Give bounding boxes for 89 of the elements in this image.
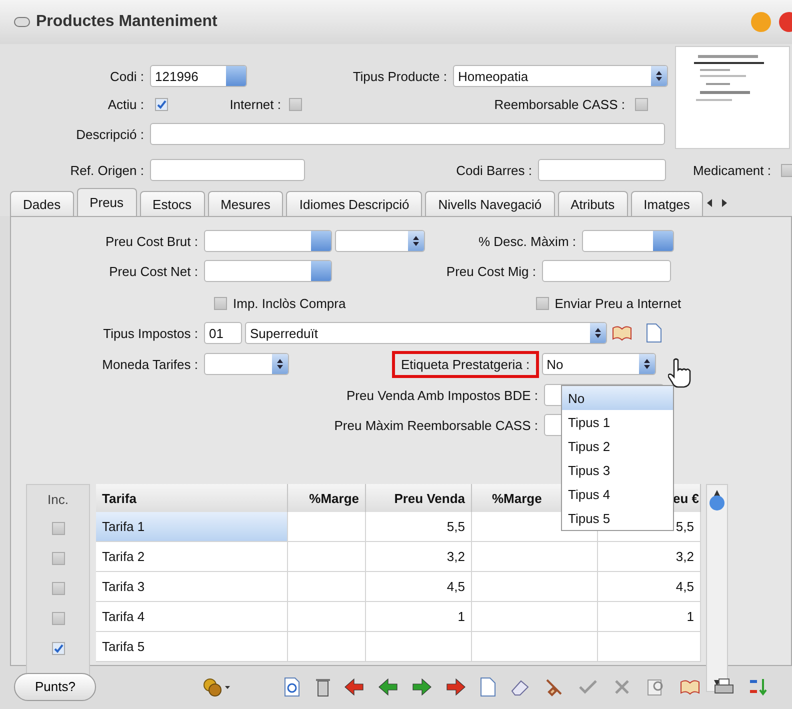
arrow-icon[interactable]	[377, 676, 400, 698]
column-header: Inc.	[46, 490, 70, 508]
field-label: Ref. Origen :	[69, 162, 145, 178]
table-cell: Tarifa 3	[96, 572, 288, 602]
tab[interactable]: Dades	[10, 191, 74, 216]
document-icon[interactable]	[479, 676, 498, 698]
field-label: Medicament :	[692, 162, 772, 178]
checkbox[interactable]	[52, 522, 64, 534]
text-field[interactable]	[582, 230, 674, 252]
checkbox-label: Enviar Preu a Internet	[554, 296, 682, 310]
field-label: Preu Cost Mig :	[445, 264, 537, 278]
coins-icon[interactable]	[201, 676, 232, 698]
select-field[interactable]: Homeopatia	[453, 65, 668, 87]
window-pill-icon[interactable]	[14, 17, 30, 27]
select-field[interactable]	[335, 230, 425, 252]
document-icon[interactable]	[645, 322, 663, 344]
checkbox[interactable]	[52, 642, 64, 654]
table-cell: Tarifa 5	[96, 632, 288, 662]
field-label: Actiu :	[106, 96, 145, 112]
checkbox[interactable]	[289, 98, 302, 110]
text-field[interactable]	[542, 260, 671, 282]
punts-button[interactable]: Punts?	[14, 672, 96, 700]
up-down-arrows-icon[interactable]	[655, 70, 663, 82]
field-label: Codi :	[109, 68, 145, 84]
scroll-thumb[interactable]	[709, 495, 725, 511]
column-header[interactable]: Tarifa	[96, 484, 288, 512]
table-cell: 4,5	[598, 572, 701, 602]
column-header[interactable]: %Marge	[288, 484, 366, 512]
table-cell: 3,2	[598, 542, 701, 572]
text-field[interactable]	[204, 230, 332, 252]
checkbox[interactable]	[52, 582, 64, 594]
field-label: Reemborsable CASS :	[493, 96, 626, 112]
tab[interactable]: Mesures	[208, 191, 284, 216]
text-field[interactable]	[150, 159, 305, 181]
tab-scroll-icon[interactable]	[706, 198, 728, 208]
table-cell: 5,5	[366, 512, 472, 542]
scrollbar[interactable]	[706, 484, 728, 692]
checkbox[interactable]	[781, 164, 792, 176]
field-label: Moneda Tarifes :	[101, 356, 199, 372]
tab[interactable]: Imatges	[630, 191, 703, 216]
text-field[interactable]	[204, 260, 332, 282]
window-title: Productes Manteniment	[36, 13, 218, 31]
checkbox[interactable]	[52, 612, 64, 624]
tab[interactable]: Idiomes Descripció	[286, 191, 422, 216]
table-cell: 3,2	[366, 542, 472, 572]
checkbox[interactable]	[536, 296, 549, 310]
arrow-to-end-icon[interactable]	[343, 676, 366, 698]
arrow-to-end-icon[interactable]	[445, 676, 468, 698]
up-down-arrows-icon[interactable]	[412, 235, 420, 247]
table-cell: 1	[366, 602, 472, 632]
field-label: Preu Venda Amb Impostos BDE :	[346, 388, 539, 402]
up-down-arrows-icon[interactable]	[594, 327, 602, 339]
tab[interactable]: Preus	[76, 188, 137, 216]
checkbox[interactable]	[635, 98, 648, 110]
checkbox[interactable]	[214, 296, 227, 310]
table-cell: 1	[598, 602, 701, 632]
field-label: Preu Cost Net :	[108, 264, 199, 278]
up-down-arrows-icon[interactable]	[276, 358, 284, 370]
tab[interactable]: Nivells Navegació	[425, 191, 555, 216]
text-field[interactable]	[150, 123, 665, 145]
field-label: % Desc. Màxim :	[477, 234, 577, 248]
field-label: Codi Barres :	[455, 162, 533, 178]
field-label: Tipus Impostos :	[102, 326, 199, 340]
select-field[interactable]: No	[542, 353, 656, 375]
field-label: Preu Cost Brut :	[104, 234, 199, 248]
text-field[interactable]	[538, 159, 666, 181]
text-field[interactable]: 01	[204, 322, 242, 344]
table-cell: 4,5	[366, 572, 472, 602]
table-cell: Tarifa 1	[96, 512, 288, 542]
field-label: Tipus Producte :	[352, 68, 448, 84]
checkbox[interactable]	[52, 552, 64, 564]
select-field[interactable]	[204, 353, 289, 375]
field-label: Etiqueta Prestatgeria :	[392, 350, 539, 378]
checkbox-label: Imp. Inclòs Compra	[233, 296, 346, 310]
text-field[interactable]: 121996	[150, 65, 247, 87]
select-field[interactable]: Superreduït	[245, 322, 607, 344]
up-down-arrows-icon[interactable]	[642, 358, 651, 370]
tab[interactable]: Estocs	[140, 191, 205, 216]
arrow-icon[interactable]	[411, 676, 434, 698]
close-icon[interactable]	[778, 11, 792, 33]
table-cell: Tarifa 4	[96, 602, 288, 632]
field-label: Preu Màxim Reemborsable CASS :	[333, 418, 539, 432]
column-header[interactable]: Preu Venda	[366, 484, 472, 512]
dropdown-option[interactable]: No	[562, 386, 673, 410]
tab[interactable]: Atributs	[558, 191, 628, 216]
checkbox[interactable]	[155, 98, 168, 110]
field-label: Descripció :	[75, 126, 145, 142]
field-label: Internet :	[228, 96, 282, 112]
table-cell: Tarifa 2	[96, 542, 288, 572]
